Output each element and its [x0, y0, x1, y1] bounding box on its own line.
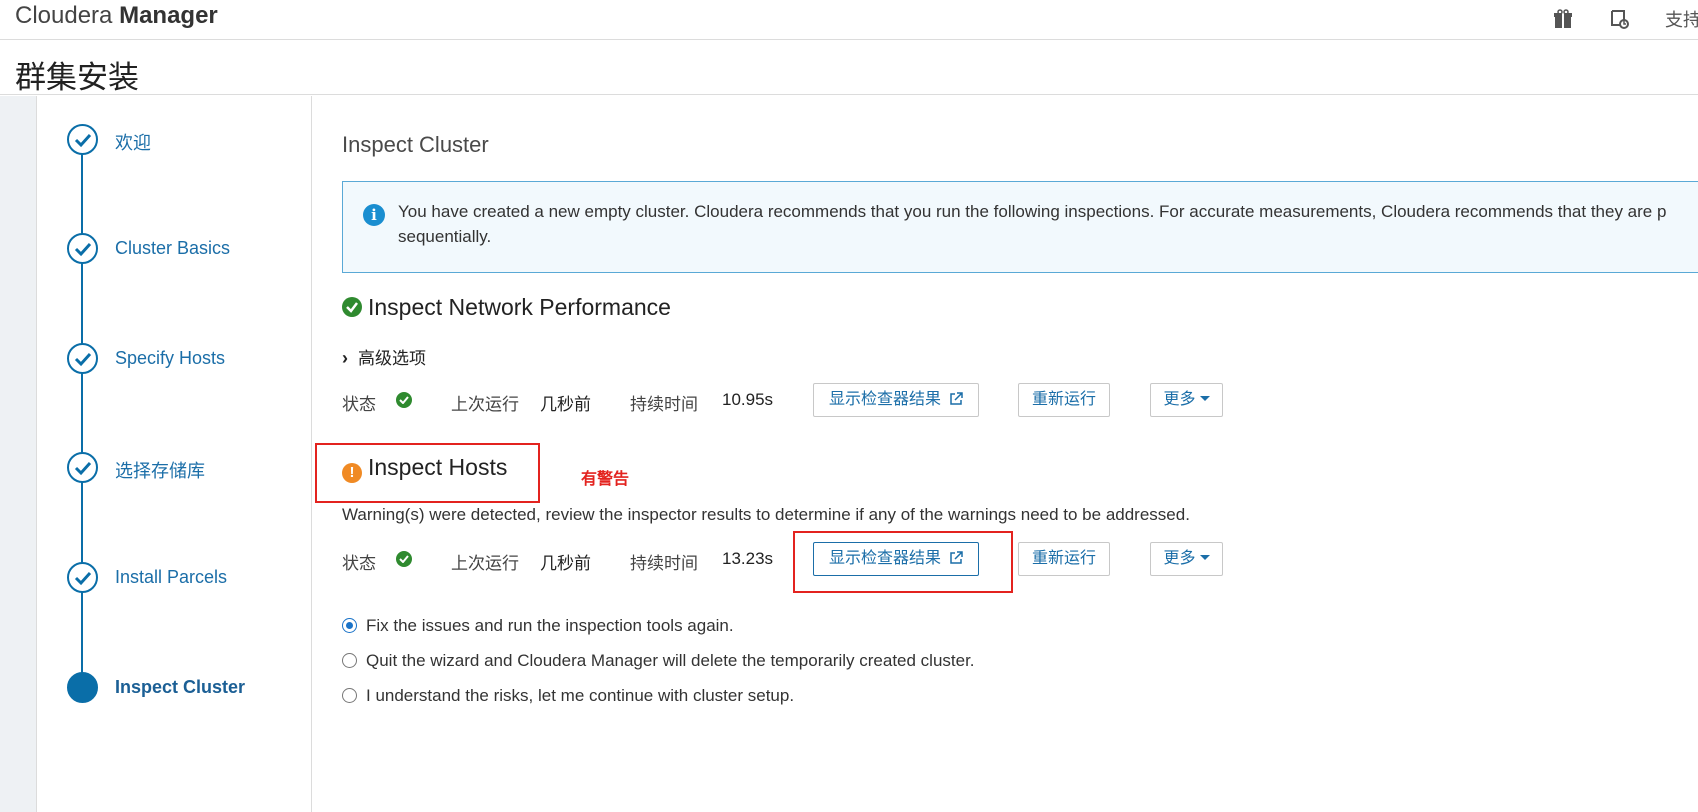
- running-commands-icon[interactable]: [1608, 8, 1630, 30]
- check-icon: [67, 343, 98, 374]
- page-header: 群集安装: [0, 40, 1698, 95]
- advanced-options-label: 高级选项: [358, 349, 426, 368]
- last-run-value: 几秒前: [540, 395, 591, 414]
- page-title: 群集安装: [15, 60, 139, 95]
- hosts-warning-text: Warning(s) were detected, review the ins…: [342, 505, 1190, 524]
- info-alert: i You have created a new empty cluster. …: [342, 181, 1698, 273]
- current-step-icon: [67, 672, 98, 703]
- duration-value: 10.95s: [722, 390, 774, 409]
- annotation-box-show-results: [793, 531, 1013, 593]
- radio-button[interactable]: [342, 688, 357, 703]
- success-icon: [342, 297, 362, 317]
- option-quit-wizard[interactable]: Quit the wizard and Cloudera Manager wil…: [342, 651, 975, 673]
- check-icon: [67, 562, 98, 593]
- option-label: Fix the issues and run the inspection to…: [366, 616, 734, 635]
- brand-name-bold: Manager: [119, 2, 218, 29]
- option-fix-issues[interactable]: Fix the issues and run the inspection to…: [342, 616, 734, 638]
- network-status-row: 状态 上次运行 几秒前 持续时间 10.95s 显示检查器结果 重新运行 更多: [342, 383, 1242, 417]
- check-icon: [67, 124, 98, 155]
- caret-down-icon: [1199, 396, 1210, 401]
- step-label: Install Parcels: [115, 567, 228, 587]
- chevron-right-icon: ›: [342, 348, 348, 368]
- button-label: 显示检查器结果: [828, 391, 941, 408]
- brand-name-light: Cloudera: [15, 2, 113, 29]
- main-content: Inspect Cluster i You have created a new…: [342, 96, 1698, 812]
- last-run-value: 几秒前: [540, 554, 591, 573]
- last-run-label: 上次运行: [451, 554, 519, 573]
- success-icon: [396, 551, 412, 567]
- top-navbar: Cloudera Manager 支持: [0, 0, 1698, 40]
- radio-button[interactable]: [342, 653, 357, 668]
- step-label: Cluster Basics: [115, 238, 231, 258]
- gift-icon[interactable]: [1552, 8, 1574, 30]
- section-title: Inspect Cluster: [342, 132, 489, 157]
- brand-logo[interactable]: Cloudera Manager: [15, 0, 218, 32]
- external-link-icon: [949, 386, 963, 418]
- wizard-steps: 欢迎 Cluster Basics Specify Hosts 选择存储库 In…: [37, 96, 312, 812]
- support-menu[interactable]: 支持: [1665, 6, 1698, 32]
- step-label: Inspect Cluster: [115, 677, 246, 697]
- success-icon: [396, 392, 412, 408]
- network-inspection-heading: Inspect Network Performance: [342, 294, 671, 321]
- radio-button[interactable]: [342, 618, 357, 633]
- step-label: 欢迎: [115, 133, 151, 153]
- step-label: Specify Hosts: [115, 348, 226, 368]
- more-network-dropdown[interactable]: 更多: [1150, 383, 1223, 417]
- status-label: 状态: [342, 554, 376, 573]
- button-label: 更多: [1163, 391, 1196, 408]
- caret-down-icon: [1199, 555, 1210, 560]
- advanced-options-toggle[interactable]: › 高级选项: [342, 344, 426, 369]
- step-label: 选择存储库: [115, 461, 205, 481]
- rerun-network-button[interactable]: 重新运行: [1018, 383, 1110, 417]
- info-icon: i: [363, 204, 385, 226]
- network-inspection-title: Inspect Network Performance: [368, 294, 671, 320]
- left-gutter: [0, 96, 37, 812]
- steps-connector-line: [81, 141, 83, 691]
- show-network-results-button[interactable]: 显示检查器结果: [813, 383, 979, 417]
- last-run-label: 上次运行: [451, 395, 519, 414]
- rerun-hosts-button[interactable]: 重新运行: [1018, 542, 1110, 576]
- option-label: Quit the wizard and Cloudera Manager wil…: [366, 651, 975, 670]
- more-hosts-dropdown[interactable]: 更多: [1150, 542, 1223, 576]
- option-label: I understand the risks, let me continue …: [366, 686, 795, 705]
- check-icon: [67, 452, 98, 483]
- button-label: 更多: [1163, 550, 1196, 567]
- annotation-note: 有警告: [581, 471, 630, 488]
- duration-value: 13.23s: [722, 549, 774, 568]
- check-icon: [67, 233, 98, 264]
- status-label: 状态: [342, 395, 376, 414]
- duration-label: 持续时间: [630, 554, 698, 573]
- annotation-box-hosts-title: [315, 443, 540, 503]
- duration-label: 持续时间: [630, 395, 698, 414]
- hosts-status-row: 状态 上次运行 几秒前 持续时间 13.23s 显示检查器结果 重新运行 更多: [342, 542, 1242, 576]
- option-continue-setup[interactable]: I understand the risks, let me continue …: [342, 686, 794, 708]
- info-text: You have created a new empty cluster. Cl…: [398, 202, 1667, 246]
